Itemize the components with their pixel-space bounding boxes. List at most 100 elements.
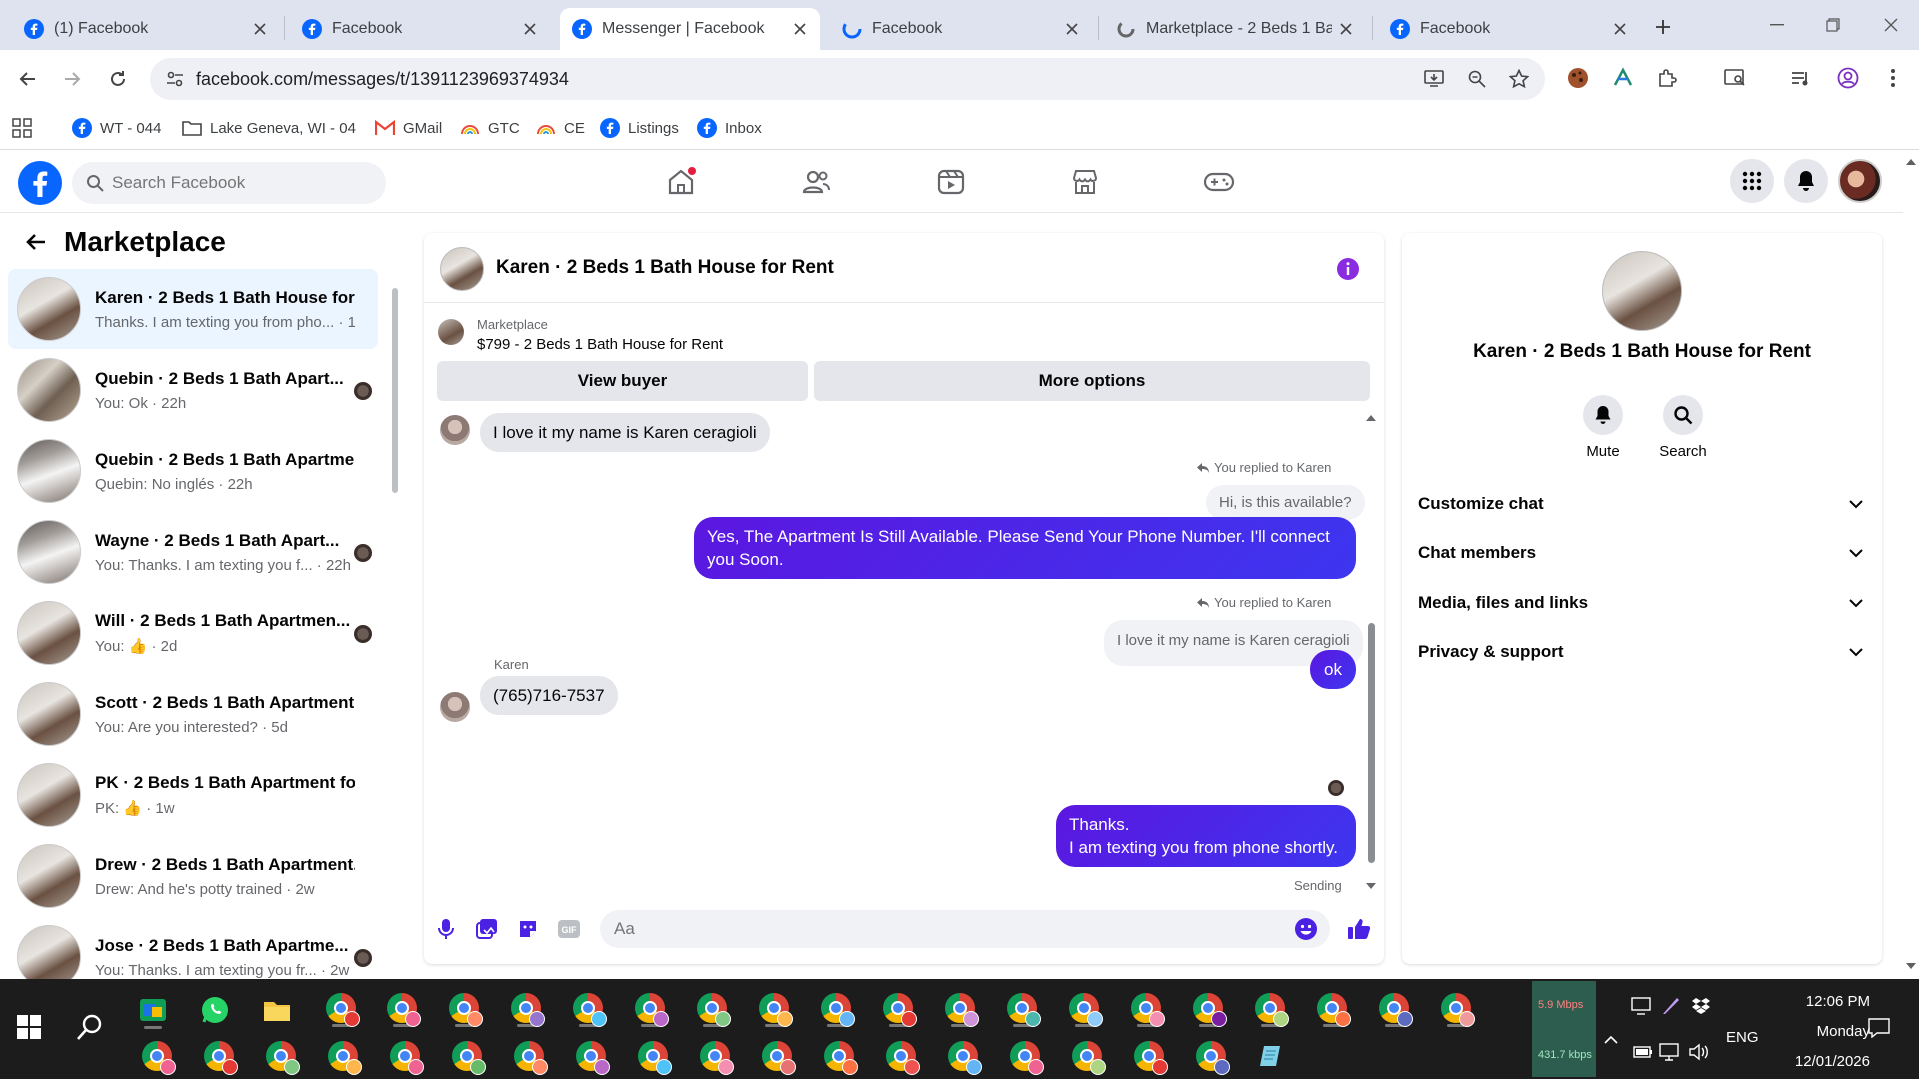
listing-title[interactable]: $799 - 2 Beds 1 Bath House for Rent bbox=[477, 336, 723, 353]
outgoing-message[interactable]: ok bbox=[1310, 650, 1356, 689]
pen-icon[interactable] bbox=[1660, 995, 1682, 1017]
chrome-window-icon[interactable] bbox=[322, 989, 360, 1027]
chrome-window-icon[interactable] bbox=[200, 1037, 238, 1075]
notepad-icon[interactable] bbox=[1252, 1037, 1290, 1075]
chrome-window-icon[interactable] bbox=[324, 1037, 362, 1075]
chrome-window-icon[interactable] bbox=[1375, 989, 1413, 1027]
conversation-item[interactable]: Wayne · 2 Beds 1 Bath Apart... You: Thank… bbox=[8, 512, 378, 592]
forward-arrow-icon[interactable] bbox=[58, 65, 86, 93]
conversation-item[interactable]: Drew · 2 Beds 1 Bath Apartment... Drew: A… bbox=[8, 836, 378, 916]
gif-icon[interactable]: GIF bbox=[557, 917, 581, 941]
chrome-window-icon[interactable] bbox=[138, 1037, 176, 1075]
sticker-icon[interactable] bbox=[516, 917, 540, 941]
clock-time[interactable]: 12:06 PM bbox=[1770, 993, 1870, 1010]
marketplace-icon[interactable] bbox=[1068, 165, 1102, 199]
chrome-window-icon[interactable] bbox=[1192, 1037, 1230, 1075]
extensions-puzzle-icon[interactable] bbox=[1654, 65, 1680, 91]
close-window-icon[interactable] bbox=[1876, 12, 1906, 38]
chrome-window-icon[interactable] bbox=[445, 989, 483, 1027]
chrome-window-icon[interactable] bbox=[882, 1037, 920, 1075]
privacy-support-section[interactable]: Privacy & support bbox=[1418, 632, 1866, 672]
chrome-window-icon[interactable] bbox=[1068, 1037, 1106, 1075]
video-icon[interactable] bbox=[934, 165, 968, 199]
battery-icon[interactable] bbox=[1632, 1041, 1654, 1063]
chrome-window-icon[interactable] bbox=[820, 1037, 858, 1075]
search-input[interactable] bbox=[112, 162, 372, 204]
conversation-item[interactable]: Scott · 2 Beds 1 Bath Apartment... You: A… bbox=[8, 674, 378, 754]
search-icon[interactable] bbox=[1663, 395, 1703, 435]
grammarly-extension-icon[interactable] bbox=[1610, 65, 1636, 91]
facebook-search[interactable] bbox=[72, 162, 386, 204]
view-buyer-button[interactable]: View buyer bbox=[437, 361, 808, 401]
volume-icon[interactable] bbox=[1688, 1041, 1710, 1063]
outlook-icon[interactable] bbox=[134, 991, 172, 1029]
chrome-window-icon[interactable] bbox=[879, 989, 917, 1027]
zoom-icon[interactable] bbox=[1466, 68, 1488, 90]
windows-start-icon[interactable] bbox=[16, 1014, 42, 1040]
more-options-button[interactable]: More options bbox=[814, 361, 1370, 401]
message-scrollbar[interactable] bbox=[1364, 413, 1378, 893]
gaming-icon[interactable] bbox=[1202, 165, 1236, 199]
quoted-message[interactable]: Hi, is this available? bbox=[1206, 485, 1365, 520]
conversation-item[interactable]: Will · 2 Beds 1 Bath Apartmen... You: 👍 ·… bbox=[8, 593, 378, 673]
close-icon[interactable] bbox=[522, 21, 538, 37]
scroll-up-arrow-icon[interactable] bbox=[1906, 159, 1916, 165]
chrome-window-icon[interactable] bbox=[1130, 1037, 1168, 1075]
outgoing-message[interactable]: Thanks. I am texting you from phone shor… bbox=[1056, 805, 1356, 867]
chrome-window-icon[interactable] bbox=[507, 989, 545, 1027]
address-bar[interactable]: facebook.com/messages/t/1391123969374934 bbox=[150, 58, 1545, 100]
minimize-icon[interactable] bbox=[1762, 12, 1792, 38]
chrome-window-icon[interactable] bbox=[1006, 1037, 1044, 1075]
close-icon[interactable] bbox=[792, 21, 808, 37]
tab-facebook-1[interactable]: (1) Facebook bbox=[12, 8, 280, 50]
chrome-window-icon[interactable] bbox=[631, 989, 669, 1027]
chrome-window-icon[interactable] bbox=[1189, 989, 1227, 1027]
scrollbar-thumb[interactable] bbox=[1368, 623, 1375, 863]
facebook-logo-icon[interactable] bbox=[18, 161, 62, 205]
conversation-item[interactable]: Karen · 2 Beds 1 Bath House for ... Thank… bbox=[8, 269, 378, 349]
bookmark-gtc[interactable]: GTC bbox=[460, 116, 520, 140]
clock-day[interactable]: Monday bbox=[1770, 1023, 1870, 1040]
emoji-icon[interactable] bbox=[1294, 917, 1318, 941]
chrome-window-icon[interactable] bbox=[696, 1037, 734, 1075]
language-indicator[interactable]: ENG bbox=[1726, 1029, 1759, 1046]
site-info-icon[interactable] bbox=[164, 68, 186, 90]
media-controls-icon[interactable] bbox=[1788, 65, 1814, 91]
back-arrow-icon[interactable] bbox=[22, 228, 50, 256]
chat-avatar[interactable] bbox=[440, 247, 484, 291]
conversation-item[interactable]: Jose · 2 Beds 1 Bath Apartme... You: Than… bbox=[8, 917, 378, 979]
media-files-links-section[interactable]: Media, files and links bbox=[1418, 583, 1866, 623]
back-arrow-icon[interactable] bbox=[14, 65, 42, 93]
profile-icon[interactable] bbox=[1835, 65, 1861, 91]
tab-facebook-3[interactable]: Facebook bbox=[830, 8, 1092, 50]
chrome-window-icon[interactable] bbox=[383, 989, 421, 1027]
scroll-down-arrow-icon[interactable] bbox=[1366, 883, 1376, 889]
dropbox-icon[interactable] bbox=[1690, 995, 1712, 1017]
restore-icon[interactable] bbox=[1818, 12, 1848, 38]
mute-button[interactable]: Mute bbox=[1568, 395, 1638, 460]
chrome-window-icon[interactable] bbox=[572, 1037, 610, 1075]
chrome-window-icon[interactable] bbox=[510, 1037, 548, 1075]
close-icon[interactable] bbox=[1064, 21, 1080, 37]
outgoing-message[interactable]: Yes, The Apartment Is Still Available. P… bbox=[694, 517, 1356, 579]
bell-icon[interactable] bbox=[1583, 395, 1623, 435]
search-in-chat-button[interactable]: Search bbox=[1648, 395, 1718, 460]
chrome-window-icon[interactable] bbox=[1003, 989, 1041, 1027]
bookmark-wt-044[interactable]: WT - 044 bbox=[72, 116, 161, 140]
sidebar-scrollbar[interactable] bbox=[390, 274, 400, 974]
notification-center-icon[interactable] bbox=[1868, 1017, 1890, 1039]
chrome-window-icon[interactable] bbox=[758, 1037, 796, 1075]
bookmark-listings[interactable]: Listings bbox=[600, 116, 679, 140]
conversation-item[interactable]: Quebin · 2 Beds 1 Bath Apart... You: Ok ·… bbox=[8, 350, 378, 430]
chrome-window-icon[interactable] bbox=[1251, 989, 1289, 1027]
bookmark-inbox[interactable]: Inbox bbox=[697, 116, 762, 140]
profile-avatar[interactable] bbox=[1838, 159, 1882, 203]
network-icon[interactable] bbox=[1658, 1041, 1680, 1063]
home-icon[interactable] bbox=[664, 165, 698, 199]
chrome-window-icon[interactable] bbox=[569, 989, 607, 1027]
notifications-bell-icon[interactable] bbox=[1784, 159, 1828, 203]
close-icon[interactable] bbox=[1612, 21, 1628, 37]
chrome-window-icon[interactable] bbox=[1127, 989, 1165, 1027]
page-scrollbar[interactable] bbox=[1903, 151, 1919, 979]
new-tab-plus-icon[interactable] bbox=[1650, 14, 1676, 40]
